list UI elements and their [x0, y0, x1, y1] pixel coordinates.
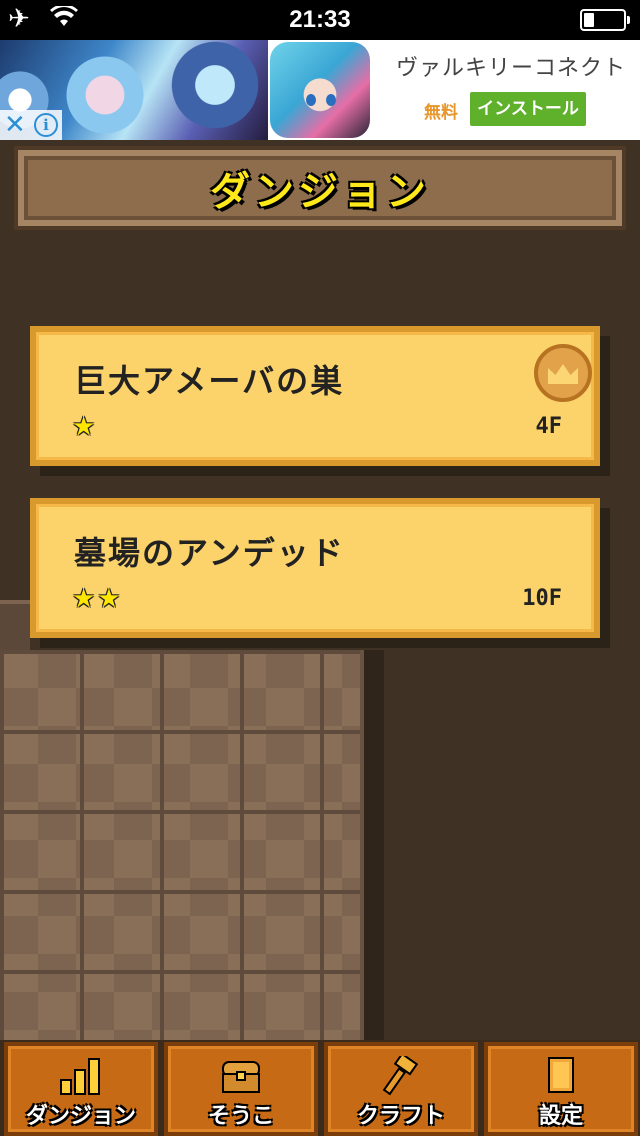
floor-count: 4F	[535, 414, 563, 439]
battery-level	[584, 13, 594, 27]
nav-label: クラフト	[356, 1104, 445, 1129]
nav-label: ダンジョン	[25, 1104, 136, 1129]
nav-storage-button[interactable]: そうこ	[164, 1042, 318, 1136]
nav-craft-button[interactable]: クラフト	[324, 1042, 478, 1136]
wall-ledge	[0, 600, 30, 650]
tile-floor	[0, 650, 372, 1040]
card-icon	[548, 1057, 574, 1093]
dungeon-name: 墓場のアンデッド	[74, 534, 345, 572]
nav-settings-button[interactable]: 設定	[484, 1042, 638, 1136]
nav-label: そうこ	[207, 1104, 274, 1129]
nav-dungeon-button[interactable]: ダンジョン	[4, 1042, 158, 1136]
install-button[interactable]: インストール	[470, 92, 586, 126]
dungeon-name: 巨大アメーバの巣	[74, 362, 345, 400]
crown-icon	[534, 344, 592, 402]
page-header: ダンジョン	[14, 146, 626, 230]
battery-icon	[580, 9, 630, 31]
info-icon[interactable]: i	[34, 113, 58, 137]
bar-chart-icon	[60, 1058, 100, 1095]
ad-app-icon[interactable]	[270, 42, 370, 138]
ad-banner[interactable]: ✕ i ヴァルキリーコネクト 無料 インストール	[0, 40, 640, 140]
bottom-nav: ダンジョン そうこ クラフト 設定	[0, 1040, 640, 1136]
nav-label: 設定	[538, 1104, 583, 1129]
dungeon-card[interactable]: 巨大アメーバの巣 ★ 4F	[30, 326, 600, 466]
floor-edge	[360, 650, 384, 1040]
status-bar: ✈ 21:33	[0, 0, 640, 40]
close-icon[interactable]: ✕	[4, 110, 26, 140]
floor-count: 10F	[522, 586, 562, 611]
ad-price: 無料	[424, 103, 458, 123]
ad-title[interactable]: ヴァルキリーコネクト	[396, 50, 626, 82]
page-title: ダンジョン	[210, 169, 430, 215]
dungeon-card[interactable]: 墓場のアンデッド ★★ 10F	[30, 498, 600, 638]
clock: 21:33	[289, 6, 351, 33]
difficulty-stars: ★★	[72, 584, 123, 614]
ad-close-area[interactable]: ✕ i	[0, 110, 62, 140]
chest-icon	[222, 1061, 260, 1093]
difficulty-stars: ★	[72, 412, 98, 442]
hammer-icon	[382, 1056, 419, 1096]
